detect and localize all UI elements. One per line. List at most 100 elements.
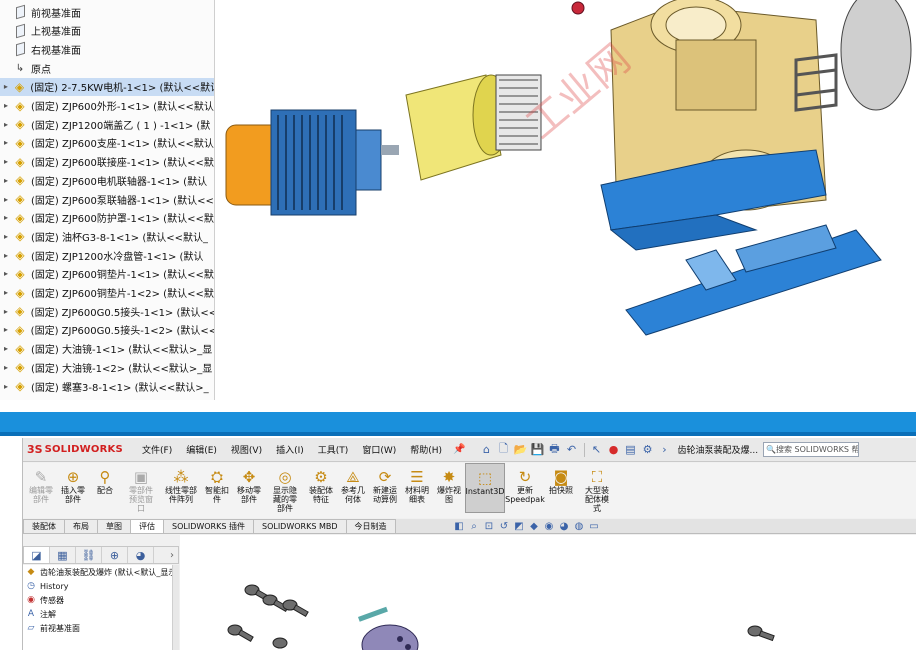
expand-arrow-icon[interactable]: ▸ — [0, 82, 12, 91]
tree-item-origin[interactable]: ↳ 原点 — [0, 59, 214, 77]
expand-arrow-icon[interactable]: ▸ — [0, 101, 12, 110]
save-icon[interactable]: 💾 — [531, 443, 545, 456]
command-button[interactable]: ✥ 移动零 部件 — [233, 463, 265, 504]
command-button[interactable]: ✎ 编辑零 部件 — [25, 463, 57, 504]
tree-item-part[interactable]: ▸ ◈ (固定) ZJP1200水冷盘管-1<1> (默认 — [0, 246, 214, 264]
tree-item-part[interactable]: ▸ ◈ (固定) ZJP600G0.5接头-1<1> (默认<< — [0, 302, 214, 320]
command-tab[interactable]: SOLIDWORKS MBD — [252, 519, 347, 533]
view-orientation-icon[interactable]: ◧ — [453, 521, 465, 532]
tree-item-plane[interactable]: 上视基准面 — [0, 22, 214, 40]
tree-item-part[interactable]: ▸ ◈ (固定) ZJP600外形-1<1> (默认<<默认 — [0, 97, 214, 115]
expand-arrow-icon[interactable]: ▸ — [0, 288, 12, 297]
zoom-area-icon[interactable]: ⊡ — [483, 521, 495, 532]
feature-tree-item[interactable]: ◷ History — [23, 579, 178, 593]
home-icon[interactable]: ⌂ — [480, 443, 494, 456]
command-button[interactable]: ⛭ 智能扣 件 — [201, 463, 233, 504]
edit-appearance-icon[interactable]: ◕ — [558, 521, 570, 532]
command-button[interactable]: ✸ 爆炸视 图 — [433, 463, 465, 504]
expand-arrow-icon[interactable]: ▸ — [0, 176, 12, 185]
command-tab[interactable]: 今日制造 — [345, 519, 396, 533]
tree-item-plane[interactable]: 右视基准面 — [0, 40, 214, 58]
command-button[interactable]: ⚲ 配合 — [89, 463, 121, 495]
expand-arrow-icon[interactable]: ▸ — [0, 269, 12, 278]
tree-item-part[interactable]: ▸ ◈ (固定) 大油镜-1<2> (默认<<默认>_显 — [0, 358, 214, 376]
expand-arrow-icon[interactable]: ▸ — [0, 120, 12, 129]
select-arrow-icon[interactable]: ↖ — [590, 443, 604, 456]
command-button[interactable]: ⚙ 装配体 特征 — [305, 463, 337, 504]
help-search-input[interactable]: 🔍 搜索 SOLIDWORKS 帮助 — [763, 442, 859, 457]
graphics-area-top[interactable]: 工业网 — [216, 0, 916, 400]
property-manager-tab-icon[interactable]: ▦ — [50, 547, 76, 563]
command-tab[interactable]: 布局 — [64, 519, 98, 533]
solidworks-logo[interactable]: 3S SOLIDWORKS — [23, 443, 123, 456]
command-button[interactable]: ⟳ 新建运 动算例 — [369, 463, 401, 504]
expand-arrow-icon[interactable]: ▸ — [0, 382, 12, 391]
previous-view-icon[interactable]: ↺ — [498, 521, 510, 532]
pin-icon[interactable]: 📌 — [453, 444, 465, 455]
print-icon[interactable]: 🖶 — [548, 440, 562, 459]
command-tab[interactable]: 评估 — [130, 519, 164, 533]
menu-item[interactable]: 文件(F) — [135, 443, 179, 456]
configuration-tab-icon[interactable]: ⛓ — [76, 547, 102, 563]
tree-item-part[interactable]: ▸ ◈ (固定) 大油镜-1<1> (默认<<默认>_显 — [0, 340, 214, 358]
tree-item-part[interactable]: ▸ ◈ (固定) 螺塞3-8-1<1> (默认<<默认>_ — [0, 377, 214, 395]
display-manager-tab-icon[interactable]: ◕ — [128, 547, 154, 563]
feature-tree-scrollbar[interactable] — [172, 565, 179, 650]
command-tab[interactable]: SOLIDWORKS 插件 — [163, 519, 254, 533]
undo-icon[interactable]: ↶ — [565, 443, 579, 456]
tree-item-part[interactable]: ▸ ◈ (固定) 油杯G3-8-1<1> (默认<<默认_ — [0, 227, 214, 245]
expand-arrow-icon[interactable]: ▸ — [0, 213, 12, 222]
command-button[interactable]: ⛶ 大型装 配体模 式 — [577, 463, 617, 513]
expand-arrow-icon[interactable]: ▸ — [0, 363, 12, 372]
graphics-area-bottom[interactable] — [180, 535, 916, 650]
tree-item-part[interactable]: ▸ ◈ (固定) ZJP600铜垫片-1<2> (默认<<默 — [0, 284, 214, 302]
feature-tree-item[interactable]: ▱ 前视基准面 — [23, 621, 178, 635]
zoom-to-fit-icon[interactable]: ⌕ — [468, 521, 480, 532]
command-button[interactable]: ◎ 显示隐 藏的零 部件 — [265, 463, 305, 513]
command-button[interactable]: ⬚ Instant3D — [465, 463, 505, 513]
new-document-icon[interactable]: 🗋 — [497, 440, 511, 459]
expand-arrow-icon[interactable]: ▸ — [0, 157, 12, 166]
command-button[interactable]: ⊕ 插入零 部件 — [57, 463, 89, 504]
expand-arrow-icon[interactable]: ▸ — [0, 195, 12, 204]
apply-scene-icon[interactable]: ◍ — [573, 521, 585, 532]
expand-arrow-icon[interactable]: ▸ — [0, 138, 12, 147]
open-folder-icon[interactable]: 📂 — [514, 443, 528, 456]
view-settings-icon[interactable]: ▭ — [588, 521, 600, 532]
command-tab[interactable]: 草图 — [97, 519, 131, 533]
section-view-icon[interactable]: ◩ — [513, 521, 525, 532]
feature-tree-item[interactable]: ◆ 齿轮油泵装配及爆炸 (默认<默认_显示 — [23, 565, 178, 579]
tree-item-part[interactable]: ▸ ◈ (固定) ZJP600联接座-1<1> (默认<<默 — [0, 153, 214, 171]
tree-item-part[interactable]: ▸ ◈ (固定) 2-7.5KW电机-1<1> (默认<<默认 — [0, 77, 214, 96]
file-properties-icon[interactable]: ▤ — [624, 443, 638, 456]
tree-item-part[interactable]: ▸ ◈ (固定) ZJP600泵联轴器-1<1> (默认<< — [0, 190, 214, 208]
tree-item-part[interactable]: ▸ ◈ (固定) ZJP600防护罩-1<1> (默认<<默 — [0, 209, 214, 227]
options-gear-icon[interactable]: ⚙ — [641, 443, 655, 456]
menu-item[interactable]: 插入(I) — [269, 443, 311, 456]
command-button[interactable]: ◙ 拍快照 — [545, 463, 577, 495]
menu-item[interactable]: 帮助(H) — [403, 443, 449, 456]
tree-item-part[interactable]: ▸ ◈ (固定) ZJP600支座-1<1> (默认<<默认 — [0, 134, 214, 152]
command-button[interactable]: ▣ 零部件 预览窗 口 — [121, 463, 161, 513]
feature-tree-tab-icon[interactable]: ◪ — [24, 547, 50, 563]
command-button[interactable]: ↻ 更新 Speedpak — [505, 463, 545, 504]
tab-overflow-arrow-icon[interactable]: › — [170, 550, 174, 561]
hide-show-items-icon[interactable]: ◉ — [543, 521, 555, 532]
menu-item[interactable]: 视图(V) — [224, 443, 269, 456]
tree-item-part[interactable]: ▸ ◈ (固定) ZJP600铜垫片-1<1> (默认<<默 — [0, 265, 214, 283]
command-button[interactable]: ☰ 材料明 细表 — [401, 463, 433, 504]
tree-item-part[interactable]: ▸ ◈ (固定) ZJP1200端盖乙 ( 1 ) -1<1> (默 — [0, 115, 214, 133]
menu-item[interactable]: 工具(T) — [311, 443, 356, 456]
menu-item[interactable]: 窗口(W) — [355, 443, 403, 456]
expand-arrow-icon[interactable]: ▸ — [0, 325, 12, 334]
feature-tree-item[interactable]: A 注解 — [23, 607, 178, 621]
tree-item-plane[interactable]: 前视基准面 — [0, 3, 214, 21]
display-style-icon[interactable]: ◆ — [528, 521, 540, 532]
command-button[interactable]: ⟁ 参考几 何体 — [337, 463, 369, 504]
expand-arrow-icon[interactable]: › — [658, 443, 672, 456]
rebuild-traffic-light-icon[interactable]: ● — [607, 443, 621, 456]
command-tab[interactable]: 装配体 — [23, 519, 65, 533]
feature-tree-item[interactable]: ◉ 传感器 — [23, 593, 178, 607]
expand-arrow-icon[interactable]: ▸ — [0, 307, 12, 316]
tree-item-part[interactable]: ▸ ◈ (固定) ZJP600电机联轴器-1<1> (默认 — [0, 171, 214, 189]
